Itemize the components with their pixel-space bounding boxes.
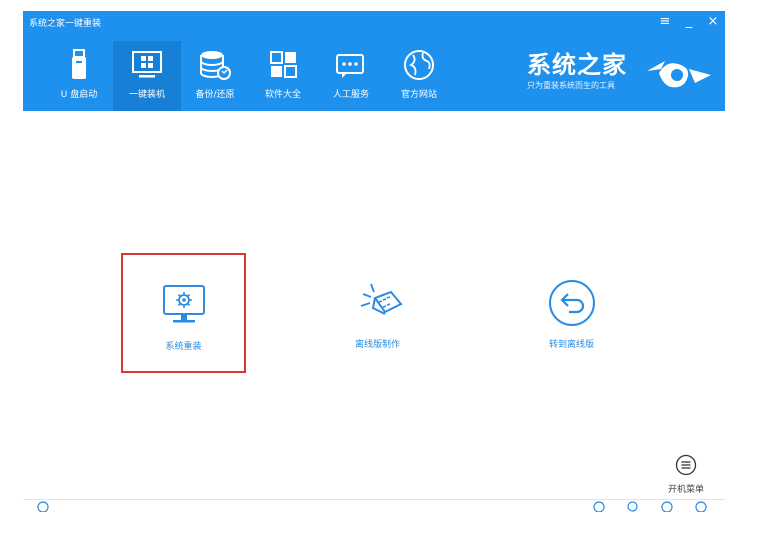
app-window: 系统之家一键重装 ≡ _ × U 盘启动 一键装机 备份/还原 软件大全 人工服… bbox=[23, 11, 725, 512]
database-restore-icon bbox=[197, 47, 233, 83]
monitor-gear-icon bbox=[156, 279, 212, 331]
status-bar bbox=[23, 499, 725, 512]
header-bar: 系统之家一键重装 ≡ _ × U 盘启动 一键装机 备份/还原 软件大全 人工服… bbox=[23, 11, 725, 111]
version-info bbox=[37, 501, 49, 512]
option-label: 转到离线版 bbox=[548, 340, 594, 350]
footer-link[interactable] bbox=[627, 501, 639, 512]
option-system-reinstall[interactable]: 系统重装 bbox=[121, 253, 246, 373]
option-label: 离线版制作 bbox=[354, 340, 400, 350]
menu-button[interactable]: ≡ bbox=[659, 14, 671, 30]
nav-item-usb-boot[interactable]: U 盘启动 bbox=[45, 41, 113, 111]
nav-label: 人工服务 bbox=[332, 90, 369, 100]
nav-label: U 盘启动 bbox=[60, 90, 98, 100]
windows-monitor-icon bbox=[129, 47, 165, 83]
nav-label: 官方网站 bbox=[400, 90, 437, 100]
boot-menu-label: 开机菜单 bbox=[667, 485, 704, 495]
window-title: 系统之家一键重装 bbox=[29, 19, 102, 29]
option-offline-build[interactable]: 离线版制作 bbox=[315, 253, 440, 373]
nav-item-backup-restore[interactable]: 备份/还原 bbox=[181, 41, 249, 111]
nav-item-one-key-install[interactable]: 一键装机 bbox=[113, 41, 181, 111]
nav-item-software[interactable]: 软件大全 bbox=[249, 41, 317, 111]
window-controls: ≡ _ × bbox=[659, 14, 719, 30]
footer-link[interactable] bbox=[695, 501, 707, 512]
nav-label: 软件大全 bbox=[264, 90, 301, 100]
footer-link[interactable] bbox=[593, 501, 605, 512]
help-small-icon bbox=[695, 501, 707, 512]
nav-item-website[interactable]: 官方网站 bbox=[385, 41, 453, 111]
brand: 系统之家 只为重装系统而生的工具 bbox=[527, 51, 627, 91]
nav-label: 一键装机 bbox=[128, 90, 165, 100]
footer-link[interactable] bbox=[661, 501, 673, 512]
globe-icon bbox=[401, 47, 437, 83]
brand-slogan: 只为重装系统而生的工具 bbox=[527, 81, 615, 90]
option-goto-offline[interactable]: 转到离线版 bbox=[509, 253, 634, 373]
chat-small-icon bbox=[661, 501, 673, 512]
nav-item-support[interactable]: 人工服务 bbox=[317, 41, 385, 111]
nav-label: 备份/还原 bbox=[195, 90, 235, 100]
close-button[interactable]: × bbox=[707, 14, 719, 30]
option-label: 系统重装 bbox=[165, 342, 202, 352]
apps-grid-icon bbox=[265, 47, 301, 83]
minimize-button[interactable]: _ bbox=[683, 14, 695, 30]
brand-name: 系统之家 bbox=[527, 51, 627, 79]
usb-drive-icon bbox=[61, 47, 97, 83]
brand-logo-icon bbox=[645, 55, 715, 95]
search-small-icon bbox=[627, 501, 638, 512]
install-options: 系统重装 离线版制作 转到离线版 bbox=[23, 111, 725, 511]
globe-small-icon bbox=[593, 501, 605, 512]
boot-menu-button[interactable]: 开机菜单 bbox=[664, 454, 708, 495]
back-arrow-icon bbox=[544, 277, 600, 329]
info-icon bbox=[37, 501, 49, 512]
offline-package-icon bbox=[350, 277, 406, 329]
main-nav: U 盘启动 一键装机 备份/还原 软件大全 人工服务 官方网站 bbox=[45, 41, 453, 111]
menu-lines-icon bbox=[675, 454, 697, 480]
chat-bubble-icon bbox=[333, 47, 369, 83]
footer-links bbox=[593, 501, 707, 512]
